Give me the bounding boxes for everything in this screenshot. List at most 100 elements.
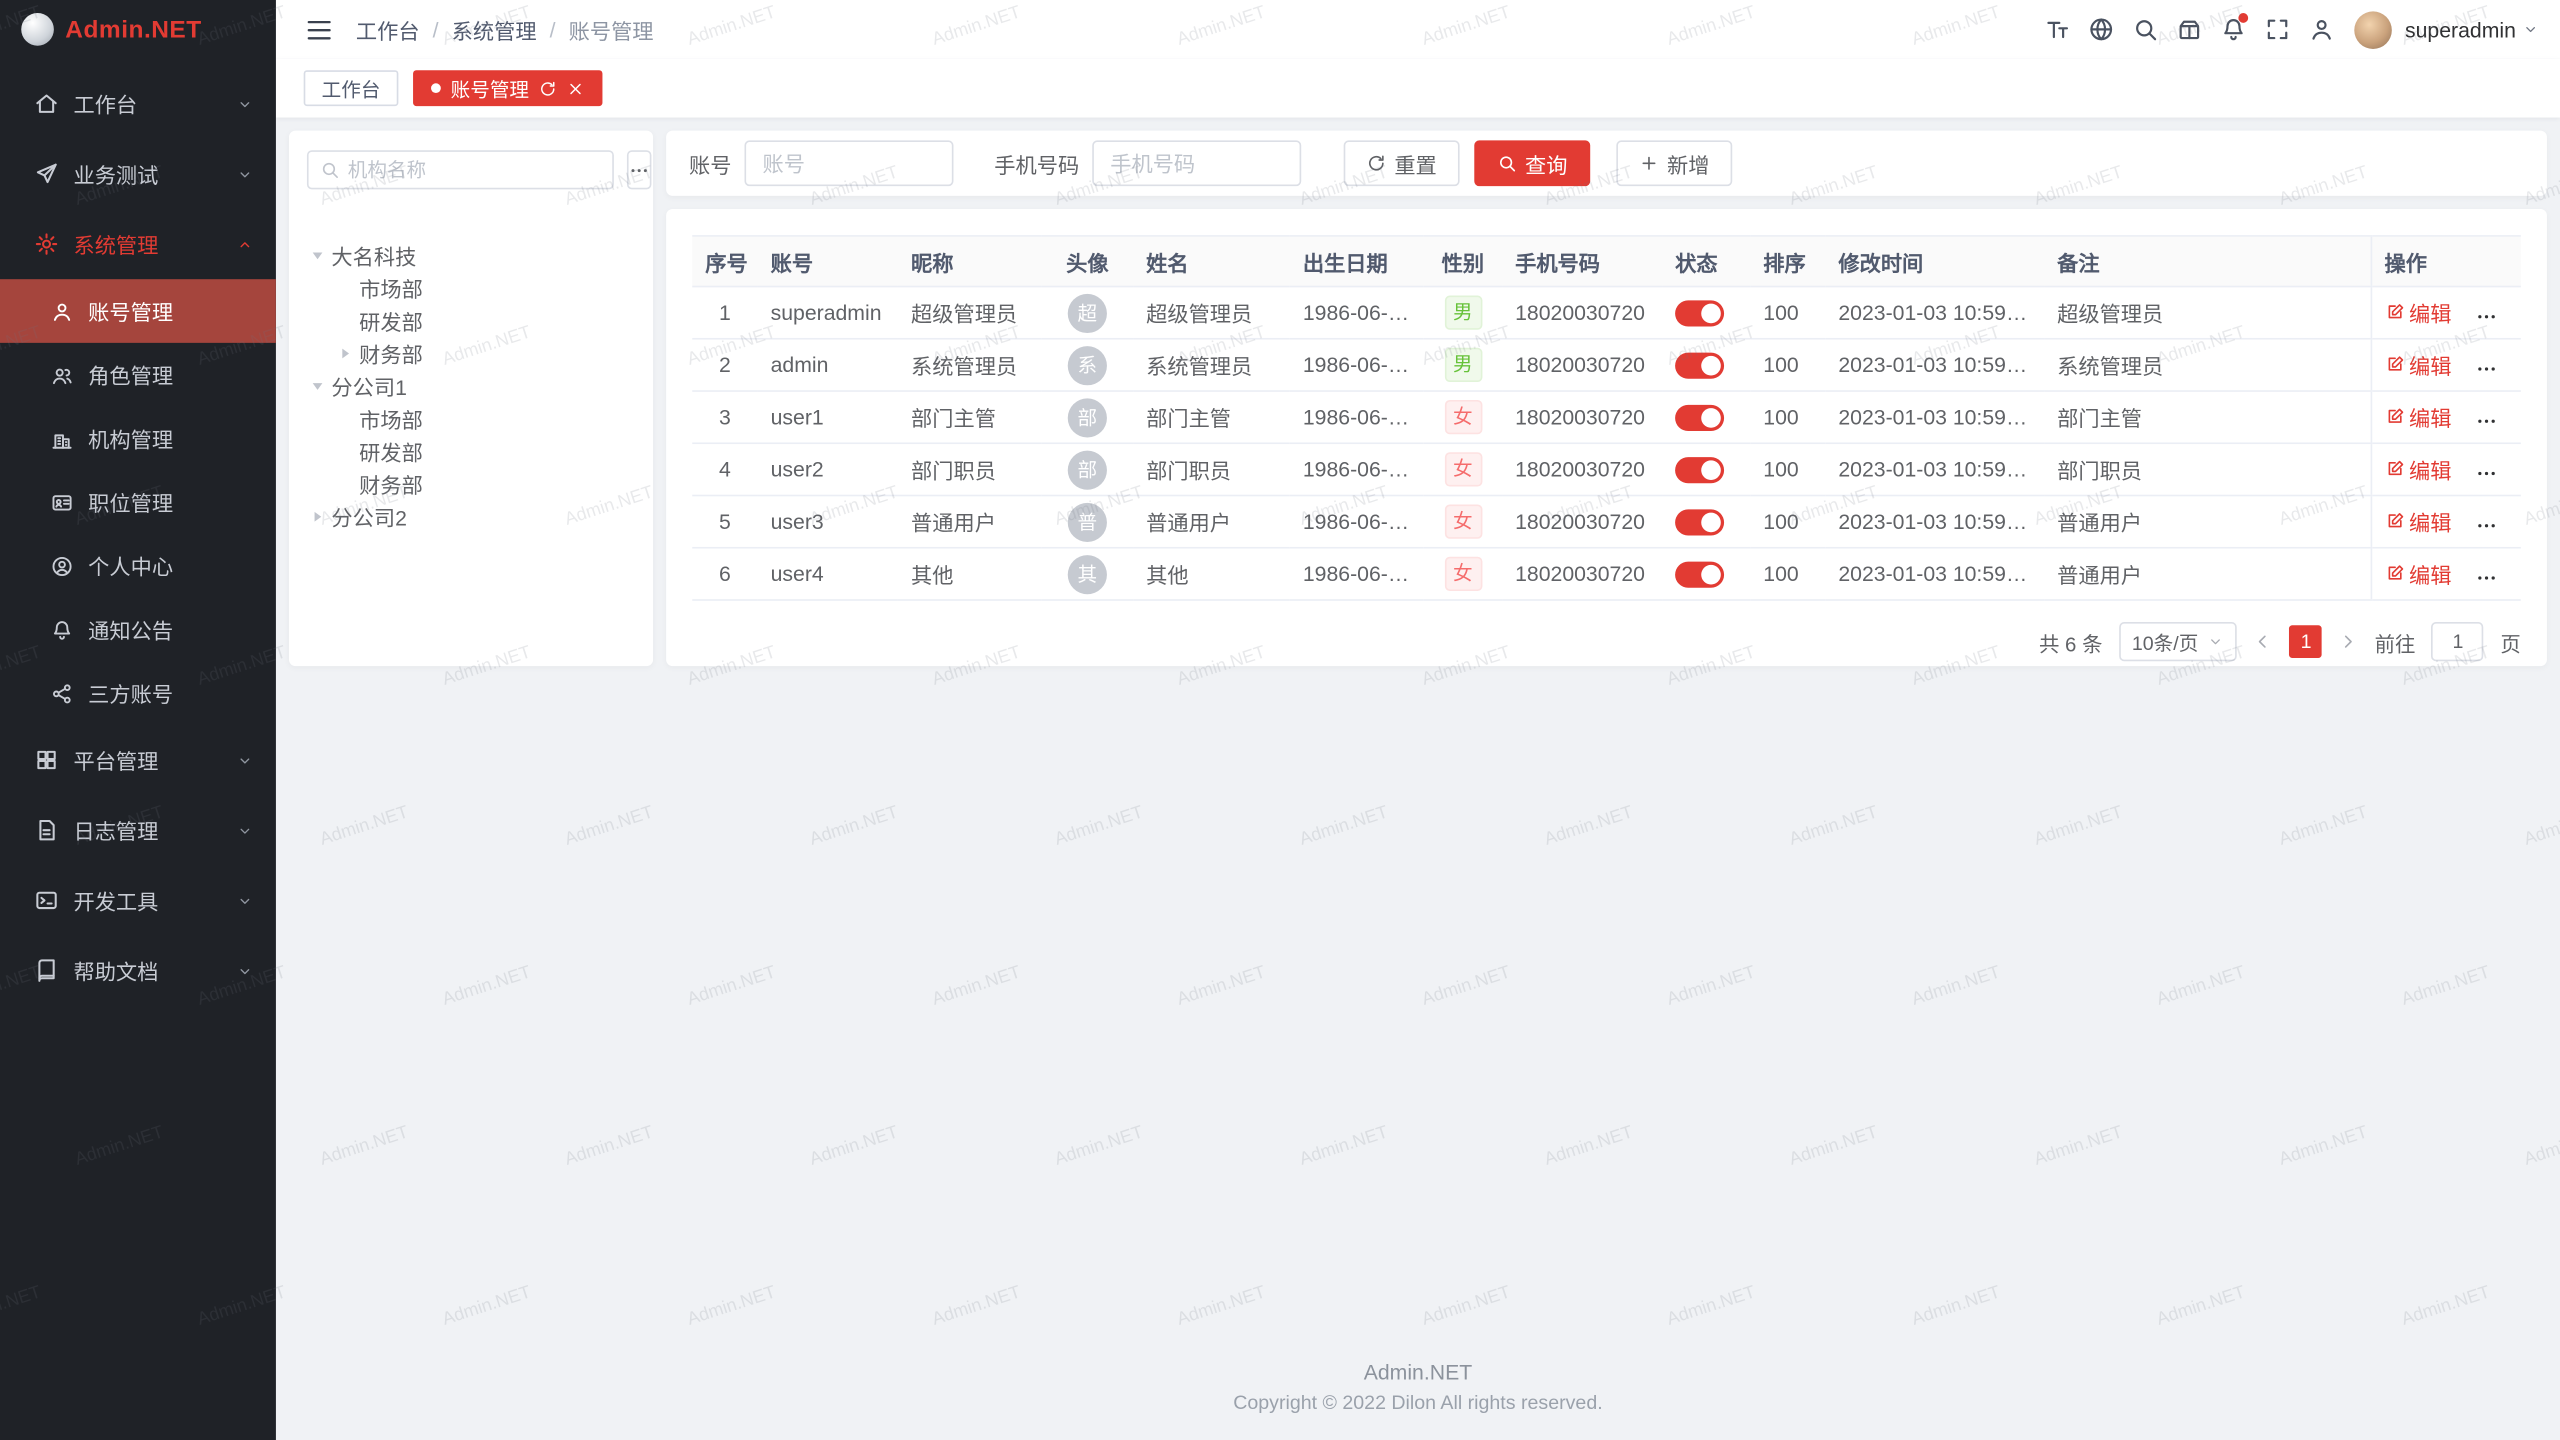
- column-header-remark: 备注: [2044, 236, 2371, 287]
- caret-down-icon: [307, 246, 327, 264]
- cell-status: [1662, 339, 1750, 391]
- pagination-prev-button[interactable]: [2254, 632, 2274, 652]
- pagination-page-1[interactable]: 1: [2290, 625, 2323, 658]
- sidebar-item-dev-tools[interactable]: 开发工具: [0, 865, 276, 935]
- sidebar-item-log-management[interactable]: 日志管理: [0, 795, 276, 865]
- notification-bell-button[interactable]: [2212, 8, 2254, 50]
- sidebar-subitem-org-management[interactable]: 机构管理: [0, 407, 276, 471]
- hamburger-menu-icon[interactable]: [297, 8, 339, 50]
- status-toggle[interactable]: [1675, 352, 1724, 378]
- global-search-icon[interactable]: [2124, 8, 2166, 50]
- status-toggle[interactable]: [1675, 509, 1724, 535]
- tab-refresh-icon[interactable]: [539, 79, 557, 97]
- cell-gender: 女: [1424, 548, 1502, 600]
- tree-node-label: 研发部: [359, 304, 423, 335]
- cell-avatar: 系: [1042, 339, 1133, 391]
- tree-node[interactable]: 市场部: [307, 402, 635, 435]
- add-button[interactable]: 新增: [1616, 140, 1732, 186]
- tree-node[interactable]: 大名科技: [307, 238, 635, 271]
- pagination-next-button[interactable]: [2339, 632, 2359, 652]
- cell-phone: 18020030720: [1502, 287, 1662, 339]
- search-button[interactable]: 查询: [1474, 140, 1590, 186]
- sidebar-subitem-personal-center[interactable]: 个人中心: [0, 534, 276, 598]
- cell-order: 100: [1750, 443, 1825, 495]
- tree-node[interactable]: 分公司2: [307, 500, 635, 533]
- sidebar-item-platform-management[interactable]: 平台管理: [0, 725, 276, 795]
- font-size-icon[interactable]: [2036, 8, 2078, 50]
- username[interactable]: superadmin: [2405, 17, 2516, 41]
- sidebar-subitem-third-party-account[interactable]: 三方账号: [0, 661, 276, 725]
- cell-actions: 编辑: [2371, 496, 2521, 548]
- status-toggle[interactable]: [1675, 457, 1724, 483]
- edit-button[interactable]: 编辑: [2384, 349, 2451, 380]
- org-search-input[interactable]: [348, 158, 601, 181]
- cell-modified: 2023-01-03 10:59:44: [1825, 339, 2044, 391]
- cell-status: [1662, 548, 1750, 600]
- gender-badge: 女: [1444, 504, 1482, 539]
- theme-icon[interactable]: [2168, 8, 2210, 50]
- page-goto-input[interactable]: [2432, 622, 2484, 661]
- account-icon[interactable]: [2301, 8, 2343, 50]
- sidebar-subitem-notice[interactable]: 通知公告: [0, 598, 276, 662]
- sidebar-item-help-docs[interactable]: 帮助文档: [0, 936, 276, 1006]
- sidebar-item-business-test[interactable]: 业务测试: [0, 139, 276, 209]
- cell-gender: 男: [1424, 287, 1502, 339]
- tree-node[interactable]: 分公司1: [307, 369, 635, 402]
- breadcrumb-item-system-management[interactable]: 系统管理: [452, 14, 537, 45]
- more-actions-button[interactable]: [2475, 462, 2498, 485]
- org-more-button[interactable]: [627, 150, 651, 189]
- edit-button[interactable]: 编辑: [2384, 297, 2451, 328]
- edit-button[interactable]: 编辑: [2384, 558, 2451, 589]
- column-header-nickname: 昵称: [898, 236, 1042, 287]
- sidebar-item-workbench[interactable]: 工作台: [0, 69, 276, 139]
- reset-button[interactable]: 重置: [1344, 140, 1460, 186]
- more-actions-button[interactable]: [2475, 567, 2498, 590]
- cell-name: 部门主管: [1133, 391, 1290, 443]
- pagination-total: 共 6 条: [2039, 626, 2103, 657]
- user-avatar[interactable]: [2354, 11, 2392, 49]
- tree-node-label: 大名科技: [331, 239, 416, 270]
- share-icon: [51, 682, 74, 705]
- tab-close-icon[interactable]: [567, 79, 585, 97]
- tab-workbench[interactable]: 工作台: [304, 70, 399, 106]
- table-card: 序号 账号 昵称 头像 姓名 出生日期 性别 手机号码 状态 排序: [666, 209, 2547, 666]
- page-size-select[interactable]: 10条/页: [2119, 622, 2238, 661]
- more-actions-button[interactable]: [2475, 358, 2498, 381]
- user-menu-chevron-icon[interactable]: [2522, 21, 2538, 37]
- status-toggle[interactable]: [1675, 405, 1724, 431]
- status-toggle[interactable]: [1675, 561, 1724, 587]
- tree-node[interactable]: 财务部: [307, 467, 635, 500]
- status-toggle[interactable]: [1675, 300, 1724, 326]
- more-actions-button[interactable]: [2475, 305, 2498, 328]
- edit-button[interactable]: 编辑: [2384, 454, 2451, 485]
- column-header-name: 姓名: [1133, 236, 1290, 287]
- cell-modified: 2023-01-03 10:59:44: [1825, 548, 2044, 600]
- tree-node[interactable]: 市场部: [307, 271, 635, 304]
- cell-modified: 2023-01-03 10:59:44: [1825, 287, 2044, 339]
- fullscreen-icon[interactable]: [2256, 8, 2298, 50]
- sidebar-subitem-role-management[interactable]: 角色管理: [0, 343, 276, 407]
- tree-node[interactable]: 研发部: [307, 304, 635, 337]
- edit-button[interactable]: 编辑: [2384, 402, 2451, 433]
- sidebar-item-system-management[interactable]: 系统管理: [0, 209, 276, 279]
- edit-button[interactable]: 编辑: [2384, 506, 2451, 537]
- sidebar-subitem-position-management[interactable]: 职位管理: [0, 470, 276, 534]
- more-actions-button[interactable]: [2475, 514, 2498, 537]
- phone-input[interactable]: [1092, 140, 1301, 186]
- sidebar-subitem-account-management[interactable]: 账号管理: [0, 279, 276, 343]
- logo[interactable]: Admin.NET: [0, 0, 276, 59]
- org-search-box[interactable]: [307, 150, 614, 189]
- language-icon[interactable]: [2080, 8, 2122, 50]
- more-actions-button[interactable]: [2475, 410, 2498, 433]
- tab-account-management[interactable]: 账号管理: [413, 70, 602, 106]
- cell-actions: 编辑: [2371, 443, 2521, 495]
- tree-node[interactable]: 研发部: [307, 434, 635, 467]
- tree-node-label: 分公司2: [331, 500, 406, 531]
- notification-badge: [2238, 13, 2248, 23]
- account-input[interactable]: [745, 140, 954, 186]
- tree-node[interactable]: 财务部: [307, 336, 635, 369]
- breadcrumb-item-workbench[interactable]: 工作台: [356, 14, 420, 45]
- cell-avatar: 其: [1042, 548, 1133, 600]
- cell-gender: 女: [1424, 496, 1502, 548]
- profile-icon: [51, 554, 74, 577]
